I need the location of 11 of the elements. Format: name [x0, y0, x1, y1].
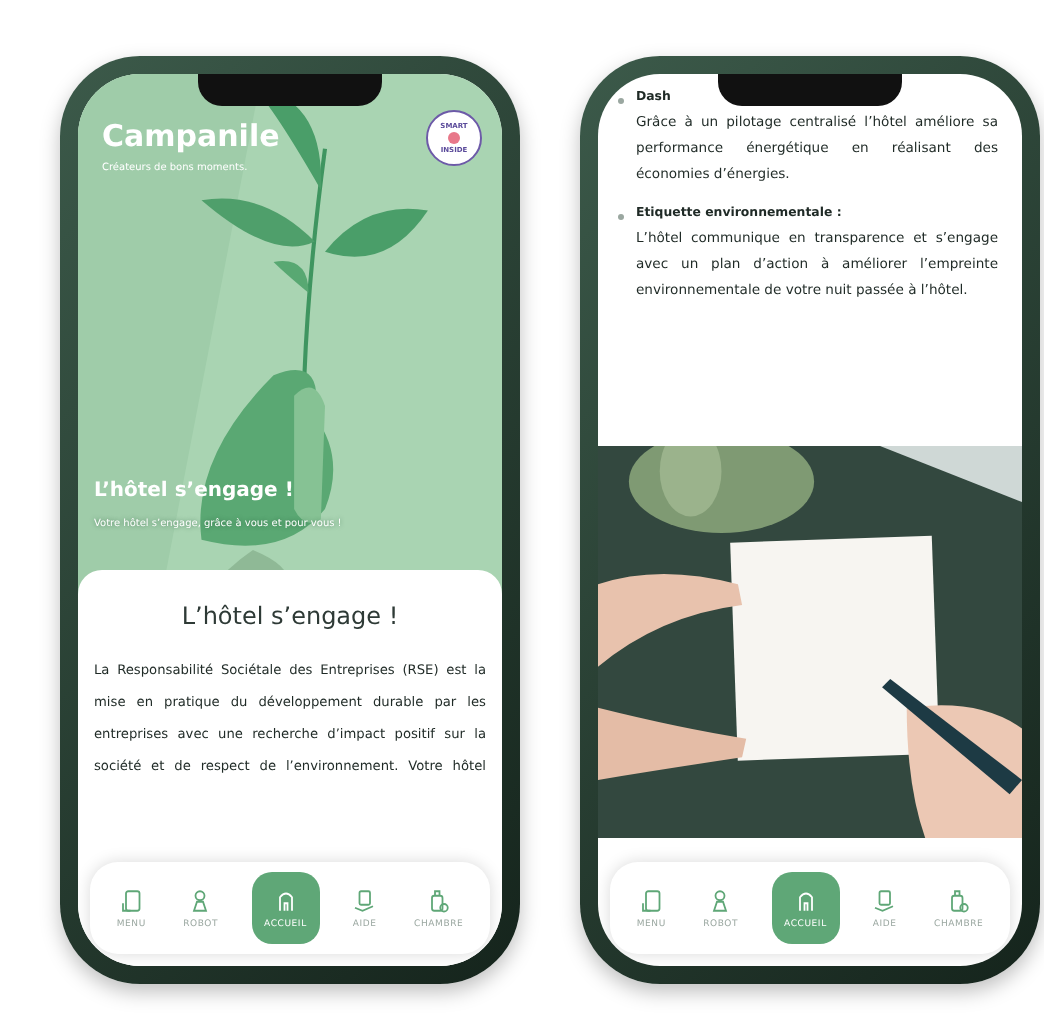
house-icon [793, 887, 818, 913]
bullet-icon [618, 98, 624, 104]
brand-logo: Campanile [102, 118, 280, 154]
hero-title: L’hôtel s’engage ! [94, 480, 294, 502]
house-icon [273, 887, 298, 913]
card-title: L’hôtel s’engage ! [179, 602, 401, 630]
bottle-icon [426, 887, 451, 913]
phone-icon [639, 887, 664, 913]
bottle-icon [946, 887, 971, 913]
phone-icon [119, 887, 144, 913]
bullet-icon [618, 214, 624, 220]
